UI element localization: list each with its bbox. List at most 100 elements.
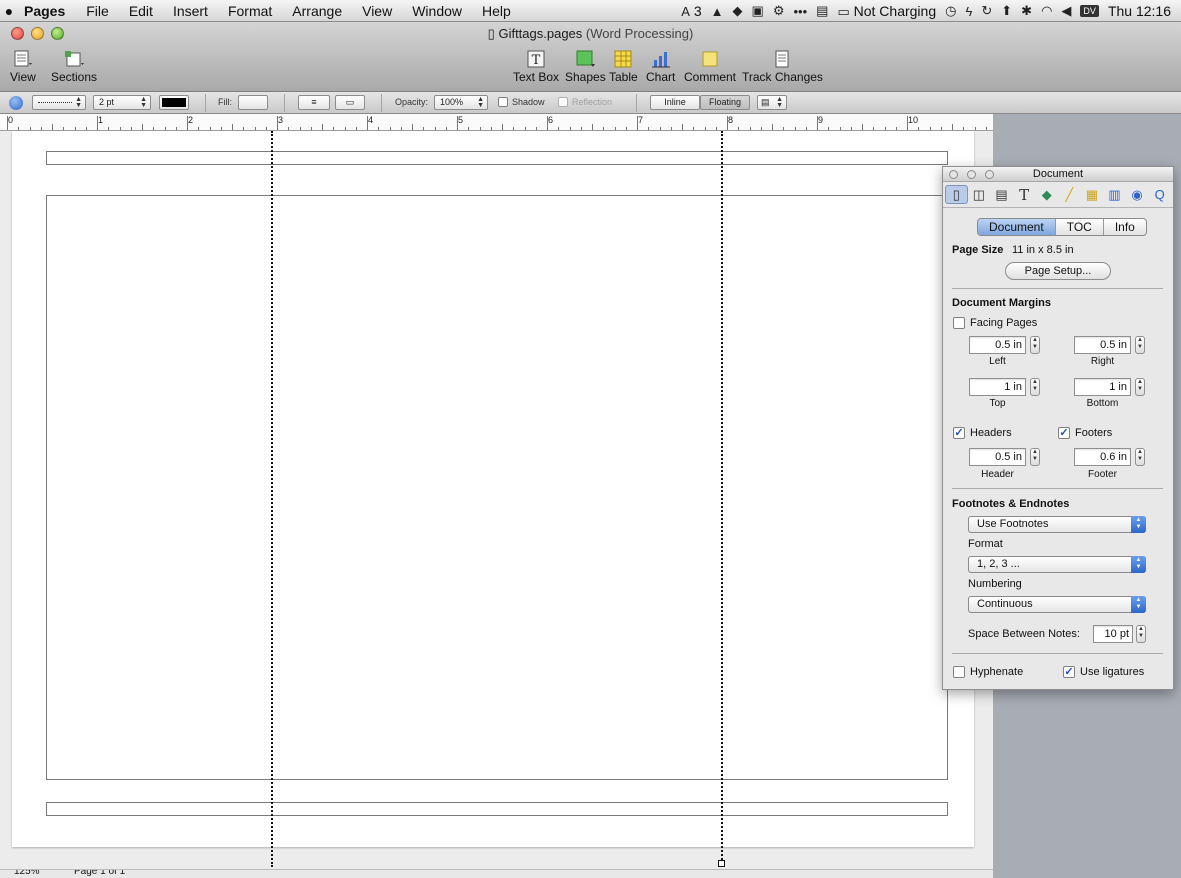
wrap-popup[interactable]: ▤ ▲ ▼ — [757, 95, 787, 110]
left-margin-stepper[interactable]: ▲ ▼ — [1030, 336, 1040, 354]
ligatures-checkbox[interactable]: ✓ — [1063, 666, 1075, 678]
clipboard-icon[interactable]: ▤ — [816, 3, 828, 19]
horizontal-ruler[interactable]: 0 1 2 3 4 5 6 7 8 9 10 — [0, 114, 993, 131]
tab-info[interactable]: Info — [1104, 219, 1146, 235]
table-inspector-icon[interactable]: ▦ — [1081, 185, 1104, 204]
header-field[interactable]: 0.5 in — [969, 448, 1026, 466]
person-icon[interactable]: ▲ — [711, 4, 724, 19]
bolt-icon[interactable]: ϟ — [965, 4, 972, 19]
selection-handle[interactable] — [718, 860, 725, 867]
inspector-minimize-button[interactable] — [967, 170, 976, 179]
volume-icon[interactable]: ◀ — [1061, 3, 1071, 19]
space-between-notes-stepper[interactable]: ▲ ▼ — [1136, 625, 1146, 643]
inline-button[interactable]: Inline — [650, 95, 700, 110]
link-inspector-icon[interactable]: ◉ — [1126, 185, 1149, 204]
bluetooth-icon[interactable]: ✱ — [1021, 3, 1032, 19]
menu-format[interactable]: Format — [218, 3, 282, 19]
wrap-inspector-icon[interactable]: ▤ — [990, 185, 1013, 204]
menu-app-name[interactable]: Pages — [18, 3, 76, 19]
sections-button[interactable]: Sections — [51, 50, 97, 84]
text-box-button[interactable]: T Text Box — [513, 50, 559, 84]
gear-icon[interactable]: ⚙ — [773, 3, 785, 19]
input-source-badge[interactable]: DV — [1080, 5, 1099, 17]
bottom-margin-stepper[interactable]: ▲ ▼ — [1135, 378, 1145, 396]
apple-menu[interactable]: ● — [0, 3, 18, 19]
dropbox-icon[interactable]: ◆ — [733, 3, 743, 19]
view-button[interactable]: View — [10, 50, 36, 84]
body-box[interactable] — [46, 195, 948, 780]
menu-view[interactable]: View — [352, 3, 402, 19]
footnotes-popup[interactable]: Use Footnotes ▲ ▼ — [968, 516, 1146, 533]
table-button[interactable]: Table — [609, 50, 638, 84]
stroke-color-well[interactable] — [159, 95, 189, 110]
menu-file[interactable]: File — [76, 3, 119, 19]
adobe-icon[interactable]: A 3 — [681, 3, 701, 19]
time-machine-icon[interactable]: ◷ — [945, 3, 956, 19]
upload-icon[interactable]: ⬆ — [1001, 3, 1012, 19]
wifi-icon[interactable]: ◠ — [1041, 3, 1052, 19]
footer-box[interactable] — [46, 802, 948, 816]
tab-toc[interactable]: TOC — [1056, 219, 1104, 235]
text-inspector-icon[interactable]: T — [1013, 185, 1036, 204]
footer-stepper[interactable]: ▲ ▼ — [1135, 448, 1145, 466]
inspector-zoom-button[interactable] — [985, 170, 994, 179]
d-icon[interactable]: ▣ — [752, 3, 764, 19]
reflection-checkbox[interactable] — [558, 97, 568, 107]
document-canvas[interactable] — [0, 131, 993, 878]
stroke-style-popup[interactable]: ▲ ▼ — [32, 95, 86, 110]
floating-button[interactable]: Floating — [700, 95, 750, 110]
battery-status[interactable]: ▭ Not Charging — [837, 3, 936, 20]
menu-help[interactable]: Help — [472, 3, 521, 19]
right-margin-stepper[interactable]: ▲ ▼ — [1135, 336, 1145, 354]
opacity-popup[interactable]: 100% ▲ ▼ — [434, 95, 488, 110]
zoom-popup[interactable]: 125% — [14, 870, 40, 877]
menu-arrange[interactable]: Arrange — [282, 3, 352, 19]
quicktime-inspector-icon[interactable]: Q — [1148, 185, 1171, 204]
dotted-guide-line[interactable] — [271, 131, 273, 867]
divider — [952, 653, 1163, 654]
chart-inspector-icon[interactable]: ▥ — [1103, 185, 1126, 204]
menu-edit[interactable]: Edit — [119, 3, 163, 19]
wrap-options-button[interactable]: ≡ — [298, 95, 330, 110]
sync-icon[interactable]: ↻ — [981, 3, 992, 19]
format-popup[interactable]: 1, 2, 3 ... ▲ ▼ — [968, 556, 1146, 573]
numbering-popup[interactable]: Continuous ▲ ▼ — [968, 596, 1146, 613]
header-stepper[interactable]: ▲ ▼ — [1030, 448, 1040, 466]
shadow-checkbox[interactable] — [498, 97, 508, 107]
document-inspector-icon[interactable]: ▯ — [945, 185, 968, 204]
clock[interactable]: Thu 12:16 — [1108, 3, 1171, 19]
comment-button[interactable]: Comment — [684, 50, 736, 84]
document-page[interactable] — [12, 131, 974, 847]
menu-window[interactable]: Window — [402, 3, 472, 19]
headers-checkbox[interactable]: ✓ — [953, 427, 965, 439]
footer-field[interactable]: 0.6 in — [1074, 448, 1131, 466]
chart-button[interactable]: Chart — [646, 50, 675, 84]
space-between-notes-field[interactable]: 10 pt — [1093, 625, 1133, 643]
shadow-label: Shadow — [512, 97, 545, 107]
layout-inspector-icon[interactable]: ◫ — [968, 185, 991, 204]
bottom-margin-field[interactable]: 1 in — [1074, 378, 1131, 396]
top-margin-stepper[interactable]: ▲ ▼ — [1030, 378, 1040, 396]
footers-checkbox[interactable]: ✓ — [1058, 427, 1070, 439]
stroke-width-popup[interactable]: 2 pt ▲ ▼ — [93, 95, 151, 110]
ruler-tick — [243, 127, 245, 130]
hyphenate-checkbox[interactable] — [953, 666, 965, 678]
page-setup-button[interactable]: Page Setup... — [1005, 262, 1111, 280]
tab-document[interactable]: Document — [978, 219, 1056, 235]
top-margin-field[interactable]: 1 in — [969, 378, 1026, 396]
activity-icon[interactable]: ••• — [793, 4, 807, 19]
left-margin-field[interactable]: 0.5 in — [969, 336, 1026, 354]
track-changes-button[interactable]: Track Changes — [742, 50, 823, 84]
fill-color-well[interactable] — [238, 95, 268, 110]
inspector-toggle-icon[interactable] — [9, 96, 23, 110]
metrics-inspector-icon[interactable]: ╱ — [1058, 185, 1081, 204]
header-box[interactable] — [46, 151, 948, 165]
inspector-close-button[interactable] — [949, 170, 958, 179]
dotted-guide-line[interactable] — [721, 131, 723, 860]
right-margin-field[interactable]: 0.5 in — [1074, 336, 1131, 354]
graphic-inspector-icon[interactable]: ◆ — [1035, 185, 1058, 204]
shapes-button[interactable]: Shapes — [565, 50, 606, 84]
text-inset-button[interactable]: ▭ — [335, 95, 365, 110]
menu-insert[interactable]: Insert — [163, 3, 218, 19]
facing-pages-checkbox[interactable] — [953, 317, 965, 329]
